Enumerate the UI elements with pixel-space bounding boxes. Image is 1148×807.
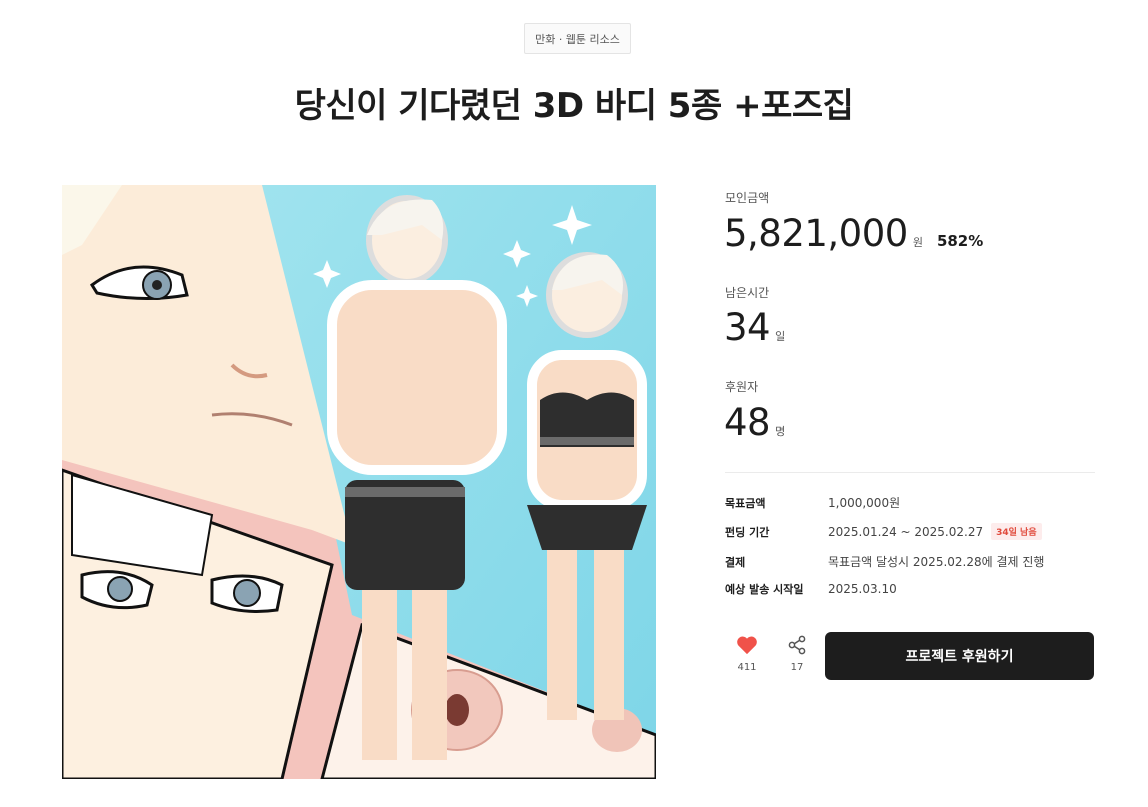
funding-percent: 582% bbox=[936, 232, 984, 250]
funding-amount-row: 5,821,000 원 582% bbox=[724, 212, 983, 255]
category-tag[interactable]: 만화 · 웹툰 리소스 bbox=[524, 23, 631, 54]
like-count: 411 bbox=[737, 662, 757, 673]
time-unit: 일 bbox=[775, 330, 786, 343]
period-key: 펀딩 기간 bbox=[725, 525, 770, 539]
info-row-goal: 목표금액 1,000,000원 bbox=[725, 494, 1105, 511]
ship-value: 2025.03.10 bbox=[828, 582, 897, 596]
backers-unit: 명 bbox=[775, 425, 786, 438]
page-title: 당신이 기다렸던 3D 바디 5종 +포즈집 bbox=[294, 86, 854, 126]
ship-key: 예상 발송 시작일 bbox=[725, 583, 804, 596]
funding-unit: 원 bbox=[912, 236, 923, 249]
payment-key: 결제 bbox=[725, 555, 746, 569]
backers-label: 후원자 bbox=[725, 380, 759, 394]
info-row-period: 펀딩 기간 2025.01.24 ~ 2025.02.27 34일 남음 bbox=[725, 523, 1105, 540]
payment-value: 목표금액 달성시 2025.02.28에 결제 진행 bbox=[828, 555, 1045, 569]
funding-amount: 5,821,000 bbox=[724, 212, 908, 255]
time-value-row: 34 일 bbox=[724, 306, 785, 349]
backers-value-row: 48 명 bbox=[724, 401, 785, 444]
stats-divider bbox=[725, 472, 1095, 473]
goal-key: 목표금액 bbox=[725, 496, 766, 510]
share-button[interactable]: 17 bbox=[777, 635, 817, 673]
hero-illustration bbox=[62, 185, 656, 779]
like-button[interactable]: 411 bbox=[727, 635, 767, 673]
back-project-button[interactable]: 프로젝트 후원하기 bbox=[825, 632, 1094, 680]
time-value: 34 bbox=[724, 306, 771, 349]
project-hero-image bbox=[62, 185, 656, 779]
info-row-shipping: 예상 발송 시작일 2025.03.10 bbox=[725, 581, 1105, 597]
days-left-badge: 34일 남음 bbox=[991, 523, 1042, 540]
period-value: 2025.01.24 ~ 2025.02.27 bbox=[828, 524, 984, 539]
time-label: 남은시간 bbox=[725, 286, 770, 300]
share-count: 17 bbox=[790, 662, 804, 673]
backers-value: 48 bbox=[724, 401, 771, 444]
funding-label: 모인금액 bbox=[725, 191, 770, 205]
info-row-payment: 결제 목표금액 달성시 2025.02.28에 결제 진행 bbox=[725, 553, 1105, 570]
heart-icon bbox=[737, 636, 757, 655]
goal-value: 1,000,000원 bbox=[828, 496, 901, 510]
share-icon bbox=[788, 635, 806, 655]
